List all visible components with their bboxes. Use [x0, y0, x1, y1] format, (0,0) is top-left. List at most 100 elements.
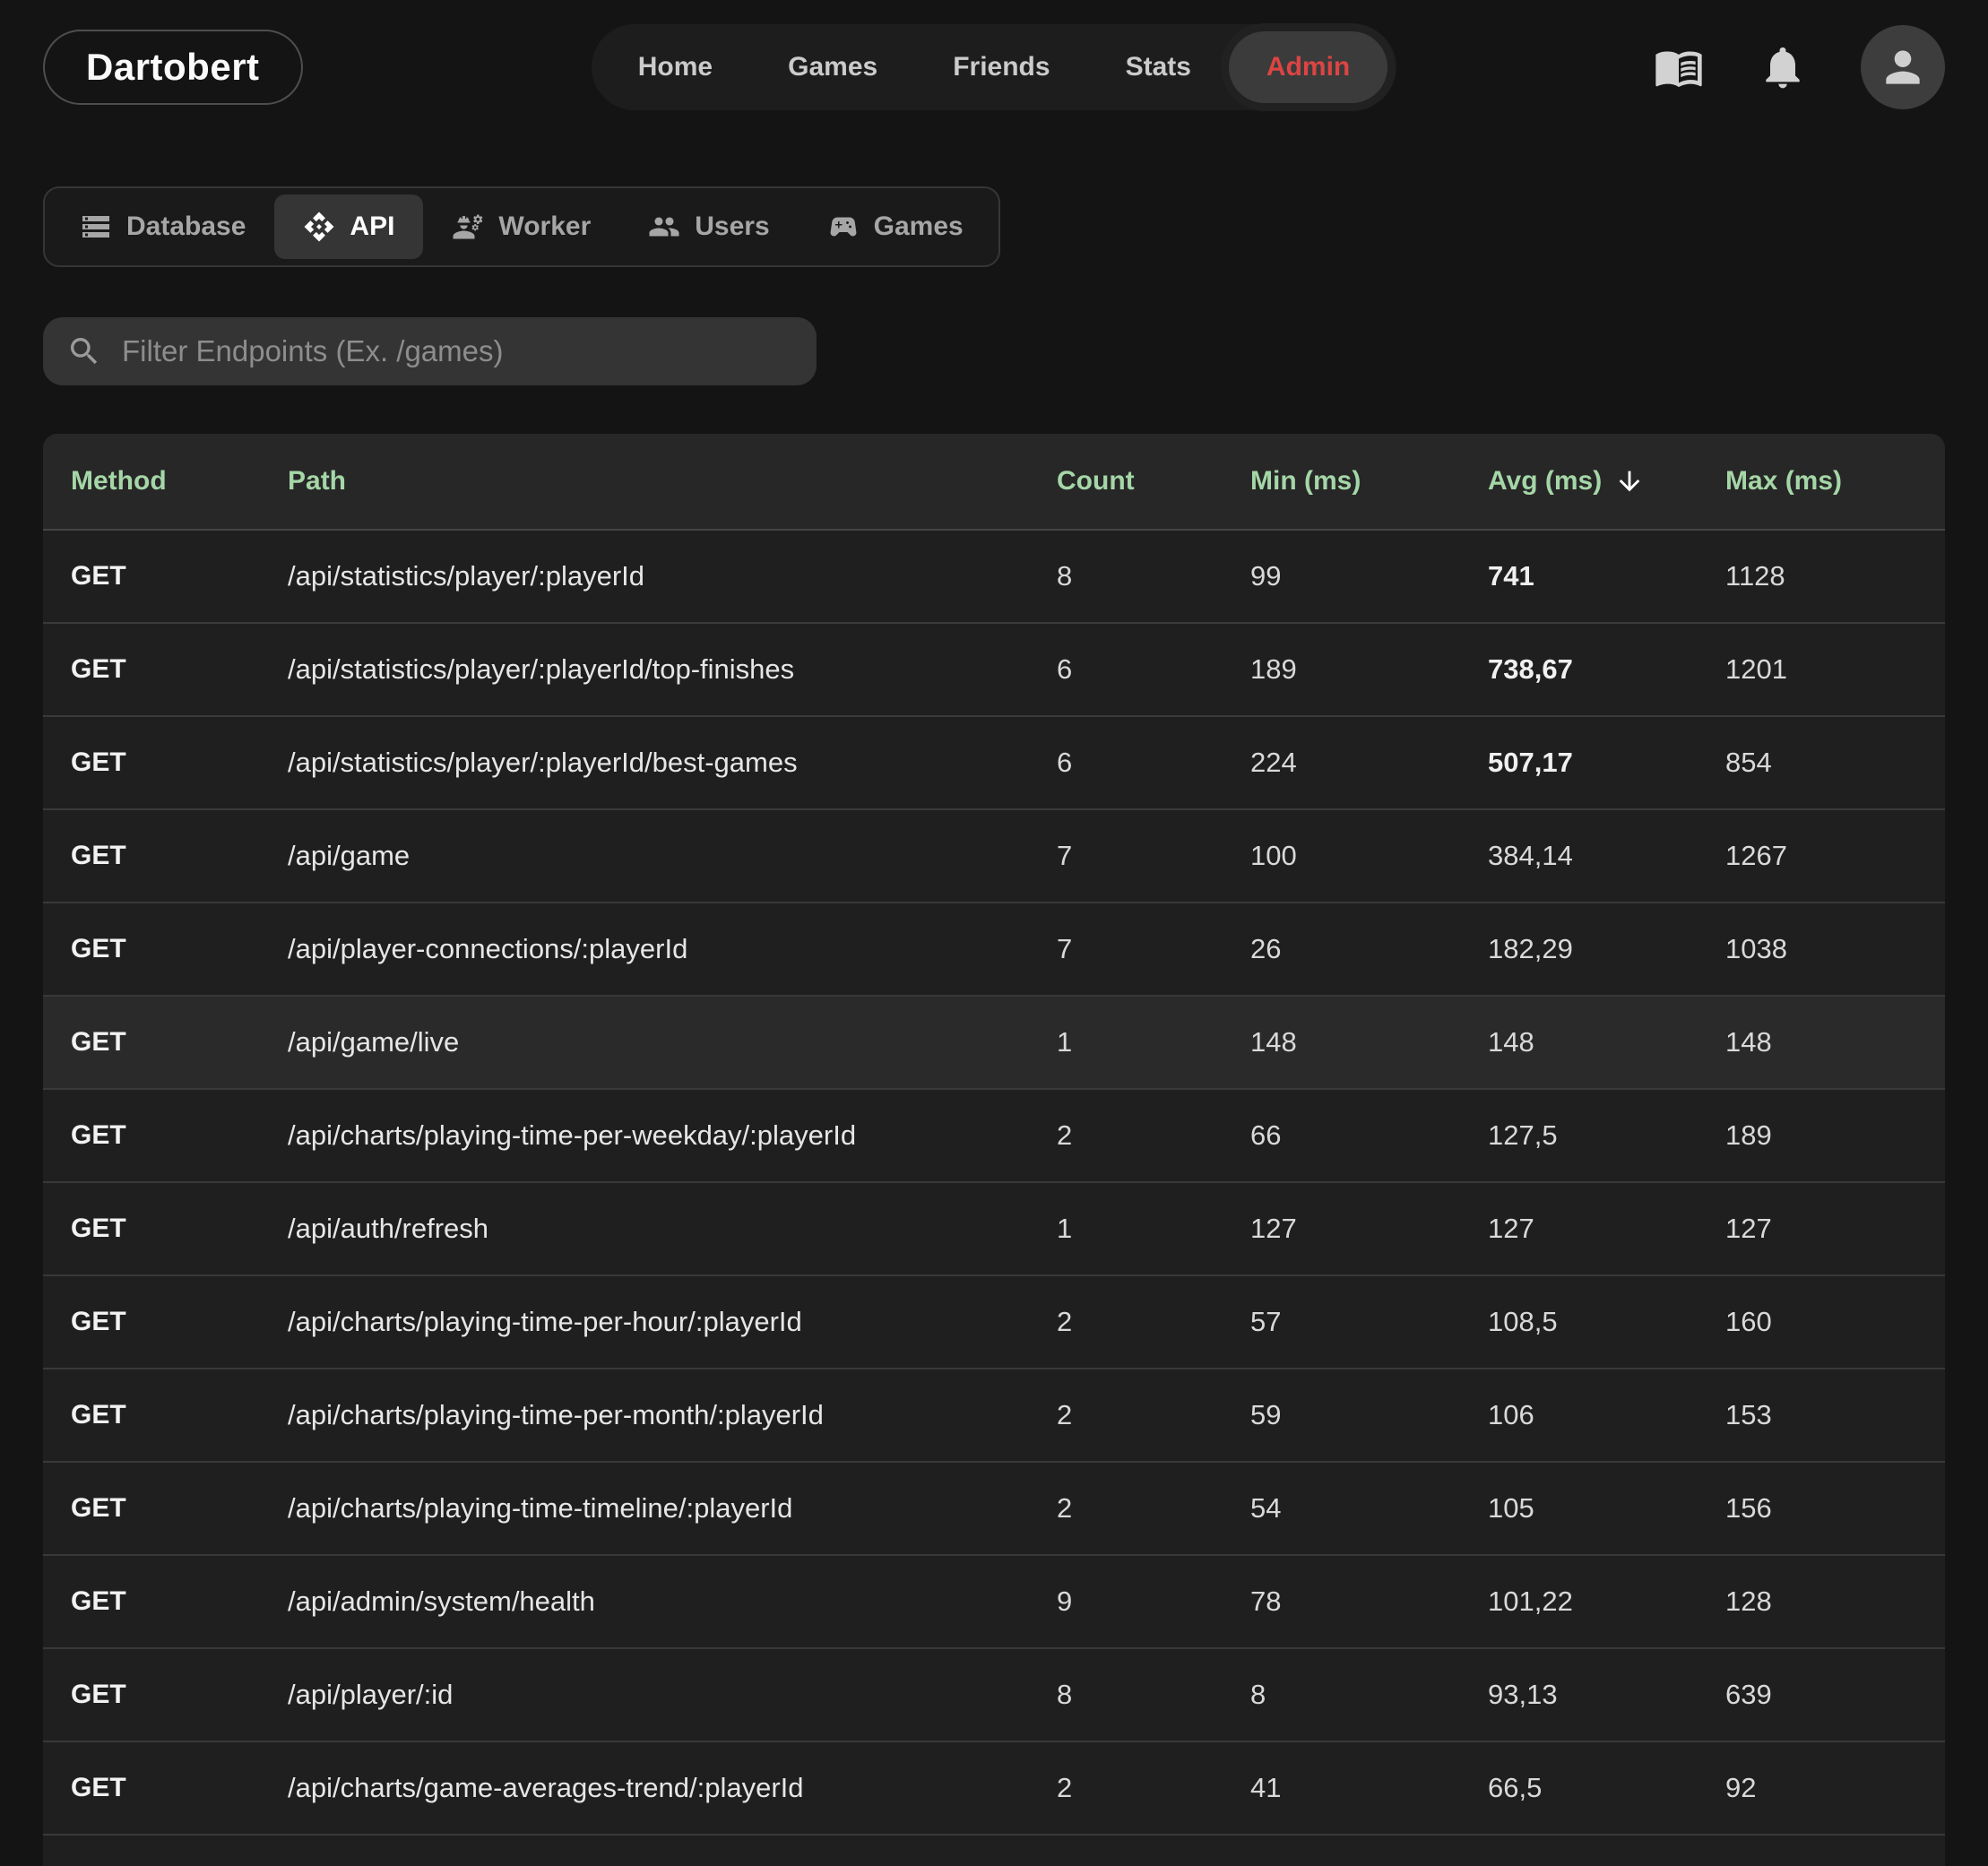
menu-book-icon: [1654, 42, 1704, 92]
column-header-max[interactable]: Max (ms): [1725, 466, 1945, 497]
endpoint-max: 148: [1725, 1026, 1945, 1058]
endpoint-method: GET: [43, 654, 288, 685]
endpoint-avg: 106: [1488, 1399, 1725, 1431]
nav-item-admin[interactable]: Admin: [1229, 31, 1387, 103]
endpoint-path: /api/player/:id: [288, 1679, 1057, 1711]
endpoint-row[interactable]: GET /api/statistics/player/:playerId/top…: [43, 624, 1945, 717]
endpoint-max: 639: [1725, 1679, 1945, 1711]
endpoint-count: 1: [1057, 1026, 1250, 1058]
tab-database[interactable]: Database: [51, 194, 274, 259]
tab-worker[interactable]: Worker: [423, 194, 619, 259]
endpoint-row[interactable]: GET /api/admin/system/health 9 78 101,22…: [43, 1556, 1945, 1649]
profile-avatar[interactable]: [1861, 25, 1945, 109]
table-body: GET /api/statistics/player/:playerId 8 9…: [43, 531, 1945, 1866]
nav-item-home[interactable]: Home: [601, 31, 750, 103]
endpoint-method: GET: [43, 1214, 288, 1244]
endpoint-path: /api/charts/playing-time-timeline/:playe…: [288, 1492, 1057, 1525]
endpoint-max: 1201: [1725, 653, 1945, 686]
nav-item-games[interactable]: Games: [750, 31, 915, 103]
column-header-path[interactable]: Path: [288, 466, 1057, 497]
endpoint-method: GET: [43, 1027, 288, 1058]
endpoint-max: 128: [1725, 1585, 1945, 1618]
endpoint-min: 41: [1250, 1772, 1488, 1804]
brand-logo[interactable]: Dartobert: [43, 30, 303, 105]
group-icon: [648, 211, 680, 243]
endpoint-row[interactable]: GET /api/player/:id 8 8 93,13 639: [43, 1649, 1945, 1742]
filter-wrap: [0, 267, 1988, 385]
endpoint-min: 127: [1250, 1213, 1488, 1245]
column-header-count[interactable]: Count: [1057, 466, 1250, 497]
endpoint-min: 8: [1250, 1679, 1488, 1711]
endpoint-avg: 507,17: [1488, 747, 1725, 779]
nav-item-friends[interactable]: Friends: [915, 31, 1087, 103]
endpoint-avg: 108,5: [1488, 1306, 1725, 1338]
endpoint-min: 224: [1250, 747, 1488, 779]
endpoint-count: 8: [1057, 1679, 1250, 1711]
brand-name: Dartobert: [86, 46, 260, 88]
endpoint-count: 2: [1057, 1399, 1250, 1431]
endpoint-row[interactable]: GET /api/charts/histogram-of-averages/:p…: [43, 1836, 1945, 1866]
column-header-method[interactable]: Method: [43, 466, 288, 497]
endpoint-count: 9: [1057, 1585, 1250, 1618]
nav-item-stats[interactable]: Stats: [1088, 31, 1229, 103]
gamepad-icon: [827, 211, 860, 243]
endpoint-method: GET: [43, 934, 288, 964]
endpoint-count: 2: [1057, 1492, 1250, 1525]
endpoint-row[interactable]: GET /api/game/live 1 148 148 148: [43, 997, 1945, 1090]
endpoint-row[interactable]: GET /api/charts/playing-time-per-month/:…: [43, 1369, 1945, 1463]
endpoint-path: /api/charts/playing-time-per-hour/:playe…: [288, 1306, 1057, 1338]
tab-users[interactable]: Users: [619, 194, 798, 259]
endpoint-filter[interactable]: [43, 317, 817, 385]
admin-section-tabs: Database API Worker Users Games: [43, 186, 1000, 267]
endpoint-row[interactable]: GET /api/charts/game-averages-trend/:pla…: [43, 1742, 1945, 1836]
notifications-button[interactable]: [1757, 41, 1809, 93]
endpoint-min: 59: [1250, 1399, 1488, 1431]
arrow-down-icon: [1614, 466, 1645, 497]
endpoint-path: /api/charts/playing-time-per-month/:play…: [288, 1399, 1057, 1431]
endpoint-path: /api/player-connections/:playerId: [288, 933, 1057, 965]
endpoint-count: 7: [1057, 933, 1250, 965]
endpoint-max: 854: [1725, 747, 1945, 779]
endpoint-max: 92: [1725, 1772, 1945, 1804]
endpoint-path: /api/statistics/player/:playerId/top-fin…: [288, 653, 1057, 686]
endpoint-max: 153: [1725, 1399, 1945, 1431]
endpoint-min: 148: [1250, 1026, 1488, 1058]
endpoints-table: Method Path Count Min (ms) Avg (ms) Max …: [43, 434, 1945, 1866]
endpoint-max: 1038: [1725, 933, 1945, 965]
endpoint-row[interactable]: GET /api/charts/playing-time-timeline/:p…: [43, 1463, 1945, 1556]
column-header-avg[interactable]: Avg (ms): [1488, 466, 1725, 497]
table-header-row: Method Path Count Min (ms) Avg (ms) Max …: [43, 434, 1945, 531]
endpoint-path: /api/game/live: [288, 1026, 1057, 1058]
endpoint-filter-input[interactable]: [122, 334, 793, 368]
endpoint-row[interactable]: GET /api/statistics/player/:playerId/bes…: [43, 717, 1945, 810]
endpoint-row[interactable]: GET /api/charts/playing-time-per-weekday…: [43, 1090, 1945, 1183]
endpoint-min: 99: [1250, 560, 1488, 592]
endpoint-row[interactable]: GET /api/game 7 100 384,14 1267: [43, 810, 1945, 903]
endpoint-count: 2: [1057, 1306, 1250, 1338]
endpoint-max: 1267: [1725, 840, 1945, 872]
tab-games[interactable]: Games: [799, 194, 992, 259]
endpoint-min: 100: [1250, 840, 1488, 872]
column-header-min[interactable]: Min (ms): [1250, 466, 1488, 497]
endpoint-path: /api/admin/system/health: [288, 1585, 1057, 1618]
endpoint-max: 189: [1725, 1119, 1945, 1152]
top-bar-left: Dartobert: [43, 30, 592, 105]
endpoint-path: /api/game: [288, 840, 1057, 872]
table-wrap: Method Path Count Min (ms) Avg (ms) Max …: [0, 385, 1988, 1866]
endpoint-method: GET: [43, 1400, 288, 1430]
endpoint-count: 1: [1057, 1213, 1250, 1245]
endpoint-path: /api/statistics/player/:playerId: [288, 560, 1057, 592]
endpoint-avg: 127: [1488, 1213, 1725, 1245]
endpoint-min: 66: [1250, 1119, 1488, 1152]
endpoint-row[interactable]: GET /api/charts/playing-time-per-hour/:p…: [43, 1276, 1945, 1369]
endpoint-row[interactable]: GET /api/statistics/player/:playerId 8 9…: [43, 531, 1945, 624]
endpoint-path: /api/charts/game-averages-trend/:playerI…: [288, 1772, 1057, 1804]
rules-book-button[interactable]: [1653, 41, 1705, 93]
tab-api[interactable]: API: [274, 194, 423, 259]
endpoint-count: 2: [1057, 1772, 1250, 1804]
endpoint-row[interactable]: GET /api/auth/refresh 1 127 127 127: [43, 1183, 1945, 1276]
endpoint-row[interactable]: GET /api/player-connections/:playerId 7 …: [43, 903, 1945, 997]
endpoint-method: GET: [43, 1773, 288, 1803]
storage-icon: [80, 211, 112, 243]
endpoint-avg: 182,29: [1488, 933, 1725, 965]
